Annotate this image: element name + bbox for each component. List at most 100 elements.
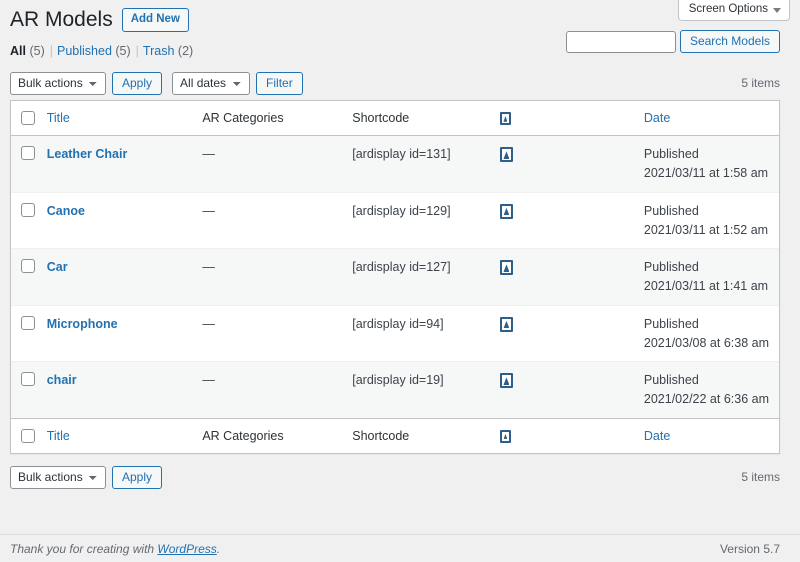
ar-view-icon[interactable] [499,260,513,276]
screen-options-button[interactable]: Screen Options [677,0,790,21]
row-title-link[interactable]: Leather Chair [47,147,128,161]
ar-view-icon[interactable] [499,147,513,163]
row-shortcode-cell: [ardisplay id=131] [352,147,451,162]
row-shortcode-cell: [ardisplay id=127] [342,248,490,305]
sort-link-title[interactable]: Title [47,111,70,125]
row-select-cell [11,361,37,418]
row-shortcode-cell: [ardisplay id=129] [342,191,490,249]
row-title-link[interactable]: Canoe [47,204,85,218]
view-link-all[interactable]: All [10,44,26,58]
bulk-apply-button-top[interactable]: Apply [112,71,163,95]
table-header-row: Title AR Categories Shortcode Date [11,101,779,137]
row-title-cell: Canoe [36,191,193,249]
footer-thanks: Thank you for creating with WordPress. [10,542,220,556]
view-link-published[interactable]: Published [57,44,112,58]
row-categories-cell: — [192,248,343,305]
row-title-cell: Microphone [36,304,193,362]
column-header-shortcode: Shortcode [342,101,490,137]
select-all-checkbox-top[interactable] [21,111,35,125]
row-categories-cell: — [192,304,343,362]
row-title-cell: Leather Chair [37,136,193,192]
bulk-apply-button-bottom[interactable]: Apply [112,465,163,489]
select-all-footer [11,417,37,453]
bulkactions-bottom: Bulk actions Apply [10,465,163,489]
table-row: Car — [ardisplay id=127] Published 2021/… [11,248,779,305]
search-box: Search Models [565,30,780,53]
displaying-num-top: 5 items [741,76,780,90]
footer-version: Version 5.7 [719,541,780,556]
column-footer-shortcode: Shortcode [342,417,490,453]
row-date-cell: Published 2021/03/11 at 1:52 am [633,191,779,249]
bulkactions-top: Bulk actions Apply [10,71,163,95]
row-checkbox[interactable] [21,146,35,161]
column-header-title: Title [36,101,193,137]
view-count-all: (5) [29,44,45,58]
row-categories-cell: — [192,191,343,249]
row-ar-view-cell [489,248,634,305]
ar-view-icon[interactable] [499,373,513,389]
select-all-header [11,101,37,137]
table-footer-row: Title AR Categories Shortcode Date [11,417,779,453]
row-date-cell: Published 2021/03/08 at 6:38 am [633,304,779,362]
sort-link-date[interactable]: Date [644,111,670,125]
sort-link-date-footer[interactable]: Date [644,429,670,443]
screen-options-label: Screen Options [688,3,768,15]
view-link-trash[interactable]: Trash [143,44,175,58]
table-foot: Title AR Categories Shortcode Date [11,417,779,453]
wp-admin-page: Screen Options AR Models Add New Search … [0,0,800,562]
row-date-value: 2021/03/11 at 1:58 am [643,166,769,180]
table-row: chair — [ardisplay id=19] Published 2021… [11,361,779,418]
screen-meta-links: Screen Options [677,0,790,21]
view-separator: | [135,44,139,58]
row-title-cell: Car [36,248,193,305]
tablenav-bottom: Bulk actions Apply 5 items [10,462,780,492]
row-ar-view-cell [489,191,634,249]
column-header-date: Date [633,101,779,137]
bulk-actions-select-top[interactable]: Bulk actions [10,71,106,95]
row-checkbox[interactable] [21,202,35,217]
row-shortcode-cell: [ardisplay id=94] [342,304,490,362]
table-row: Leather Chair — [ardisplay id=131] Publi… [11,136,779,192]
sort-link-title-footer[interactable]: Title [47,429,70,443]
row-ar-view-cell [490,136,634,192]
table-body: Leather Chair — [ardisplay id=131] Publi… [11,136,779,418]
row-date-status: Published [643,260,699,275]
row-ar-view-cell [489,304,634,362]
row-categories-cell: — [192,361,343,418]
row-checkbox[interactable] [21,315,35,330]
date-filter-select[interactable]: All dates [172,71,251,95]
row-checkbox[interactable] [21,259,35,274]
row-checkbox[interactable] [21,372,35,387]
filter-button[interactable]: Filter [256,71,303,95]
select-all-checkbox-bottom[interactable] [21,428,35,443]
page-title: AR Models [10,8,113,32]
row-select-cell [11,191,37,249]
column-footer-title: Title [36,417,193,453]
row-shortcode-cell: [ardisplay id=19] [342,361,490,418]
row-date-status: Published [643,316,699,331]
row-title-link[interactable]: Car [47,260,68,274]
row-date-cell: Published 2021/02/22 at 6:36 am [633,361,779,418]
row-select-cell [11,248,37,305]
ar-view-icon[interactable] [499,203,513,219]
table-row: Canoe — [ardisplay id=129] Published 202… [11,191,779,249]
row-title-link[interactable]: Microphone [47,317,118,331]
row-date-status: Published [643,373,699,388]
wordpress-link[interactable]: WordPress [157,542,216,556]
row-title-link[interactable]: chair [47,373,77,387]
search-submit-button[interactable]: Search Models [679,30,780,53]
footer-thanks-suffix: . [216,541,221,556]
bulk-actions-select-bottom[interactable]: Bulk actions [10,465,106,489]
column-footer-date: Date [633,417,779,453]
ar-view-icon[interactable] [499,316,513,332]
add-new-button[interactable]: Add New [121,8,189,32]
table-row: Microphone — [ardisplay id=94] Published… [11,304,779,362]
row-select-cell [11,136,37,192]
ar-models-table: Title AR Categories Shortcode Date Leath… [10,100,780,454]
date-filter-actions: All dates Filter [172,71,303,95]
row-date-value: 2021/03/11 at 1:52 am [643,222,769,237]
row-select-cell [11,304,37,362]
search-input[interactable] [565,30,676,53]
ar-view-icon [499,112,511,126]
row-date-value: 2021/03/11 at 1:41 am [643,279,769,293]
